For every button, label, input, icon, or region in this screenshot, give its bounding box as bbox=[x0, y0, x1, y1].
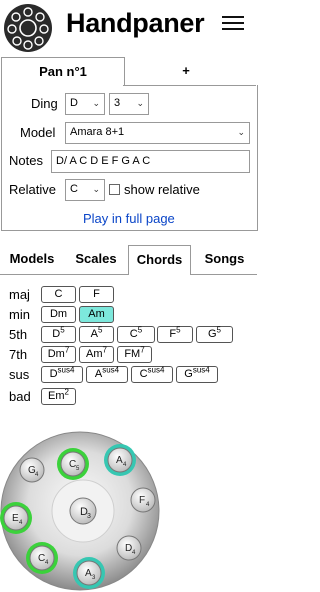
relative-value: C bbox=[70, 183, 78, 195]
tab-pan-1[interactable]: Pan n°1 bbox=[1, 57, 125, 86]
chord-chip[interactable]: D5 bbox=[41, 326, 76, 343]
svg-text:3: 3 bbox=[87, 513, 91, 520]
tab-chords[interactable]: Chords bbox=[128, 245, 191, 275]
ding-octave-value: 3 bbox=[114, 97, 121, 109]
chord-chip[interactable]: Em2 bbox=[41, 388, 76, 405]
chord-row-label-bad: bad bbox=[9, 389, 31, 404]
chord-chip[interactable]: G5 bbox=[196, 326, 233, 343]
handpan-logo-icon[interactable] bbox=[2, 2, 54, 54]
category-tabs: Models Scales Chords Songs bbox=[0, 245, 257, 275]
chevron-down-icon: ⌄ bbox=[136, 98, 144, 108]
tab-songs[interactable]: Songs bbox=[193, 245, 256, 273]
handpan-note-A3[interactable]: A3 bbox=[73, 557, 105, 589]
chord-chip[interactable]: F5 bbox=[157, 326, 193, 343]
chord-chip[interactable]: C5 bbox=[117, 326, 155, 343]
chord-row-label-7th: 7th bbox=[9, 347, 28, 362]
chord-chip[interactable]: A5 bbox=[79, 326, 114, 343]
chord-chip-selected[interactable]: Am bbox=[79, 306, 114, 323]
note-name: A bbox=[116, 455, 123, 466]
chord-row-label-5th: 5th bbox=[9, 327, 28, 342]
show-relative-checkbox[interactable] bbox=[109, 184, 120, 195]
ding-note-value: D bbox=[70, 97, 78, 109]
handpan-note-G4[interactable]: G4 bbox=[19, 457, 45, 483]
ding-note[interactable]: D 3 bbox=[69, 497, 97, 525]
ding-label: Ding bbox=[31, 96, 58, 111]
handpan-note-C5[interactable]: C5 bbox=[57, 448, 89, 480]
chord-chip[interactable]: Dm bbox=[41, 306, 76, 323]
play-full-page-link[interactable]: Play in full page bbox=[83, 211, 175, 226]
chord-row-label-min: min bbox=[9, 307, 30, 322]
model-select[interactable]: Amara 8+1 ⌄ bbox=[65, 122, 250, 144]
tab-divider bbox=[191, 274, 257, 275]
chevron-down-icon: ⌄ bbox=[237, 127, 245, 137]
note-name: A bbox=[85, 568, 92, 579]
tab-scales[interactable]: Scales bbox=[66, 245, 126, 273]
chevron-down-icon: ⌄ bbox=[92, 184, 100, 194]
notes-label: Notes bbox=[9, 153, 43, 168]
model-label: Model bbox=[20, 125, 56, 140]
chord-chip[interactable]: Asus4 bbox=[86, 366, 128, 383]
model-value: Amara 8+1 bbox=[70, 126, 125, 138]
notes-input[interactable]: D/ A C D E F G A C bbox=[51, 150, 250, 173]
chord-chip[interactable]: C bbox=[41, 286, 76, 303]
app-title: Handpaner bbox=[66, 8, 205, 38]
chevron-down-icon: ⌄ bbox=[92, 98, 100, 108]
handpan-note-C4[interactable]: C4 bbox=[26, 542, 58, 574]
tab-models[interactable]: Models bbox=[2, 245, 62, 273]
handpan-note-E4[interactable]: E4 bbox=[0, 502, 32, 534]
chord-chip[interactable]: Am7 bbox=[79, 346, 114, 363]
pan-tabs: Pan n°1 + bbox=[0, 57, 257, 86]
handpan-note-A4[interactable]: A4 bbox=[104, 444, 136, 476]
tab-divider bbox=[0, 274, 128, 275]
chord-row-label-sus: sus bbox=[9, 367, 30, 382]
handpan-note-F4[interactable]: F4 bbox=[130, 487, 156, 513]
chord-chip[interactable]: Dsus4 bbox=[41, 366, 83, 383]
handpan-note-D4[interactable]: D4 bbox=[116, 535, 142, 561]
note-name: E bbox=[12, 513, 19, 524]
chord-chip[interactable]: FM7 bbox=[117, 346, 152, 363]
relative-select[interactable]: C ⌄ bbox=[65, 179, 105, 201]
add-pan-tab[interactable]: + bbox=[124, 57, 248, 84]
chord-row-label-maj: maj bbox=[9, 287, 30, 302]
chord-chip[interactable]: Csus4 bbox=[131, 366, 173, 383]
show-relative-label: show relative bbox=[124, 182, 200, 197]
relative-label: Relative bbox=[9, 182, 56, 197]
chord-chip[interactable]: Gsus4 bbox=[176, 366, 218, 383]
ding-note-select[interactable]: D ⌄ bbox=[65, 93, 105, 115]
handpan-diagram: D 3 C 5A 4G 4F 4E 4D 4C 4A 3 bbox=[0, 431, 160, 591]
chord-chip[interactable]: Dm7 bbox=[41, 346, 76, 363]
app-header: Handpaner bbox=[0, 0, 257, 56]
hamburger-icon[interactable] bbox=[222, 12, 244, 32]
chord-chip[interactable]: F bbox=[79, 286, 114, 303]
ding-octave-select[interactable]: 3 ⌄ bbox=[109, 93, 149, 115]
note-name: F bbox=[139, 495, 145, 506]
